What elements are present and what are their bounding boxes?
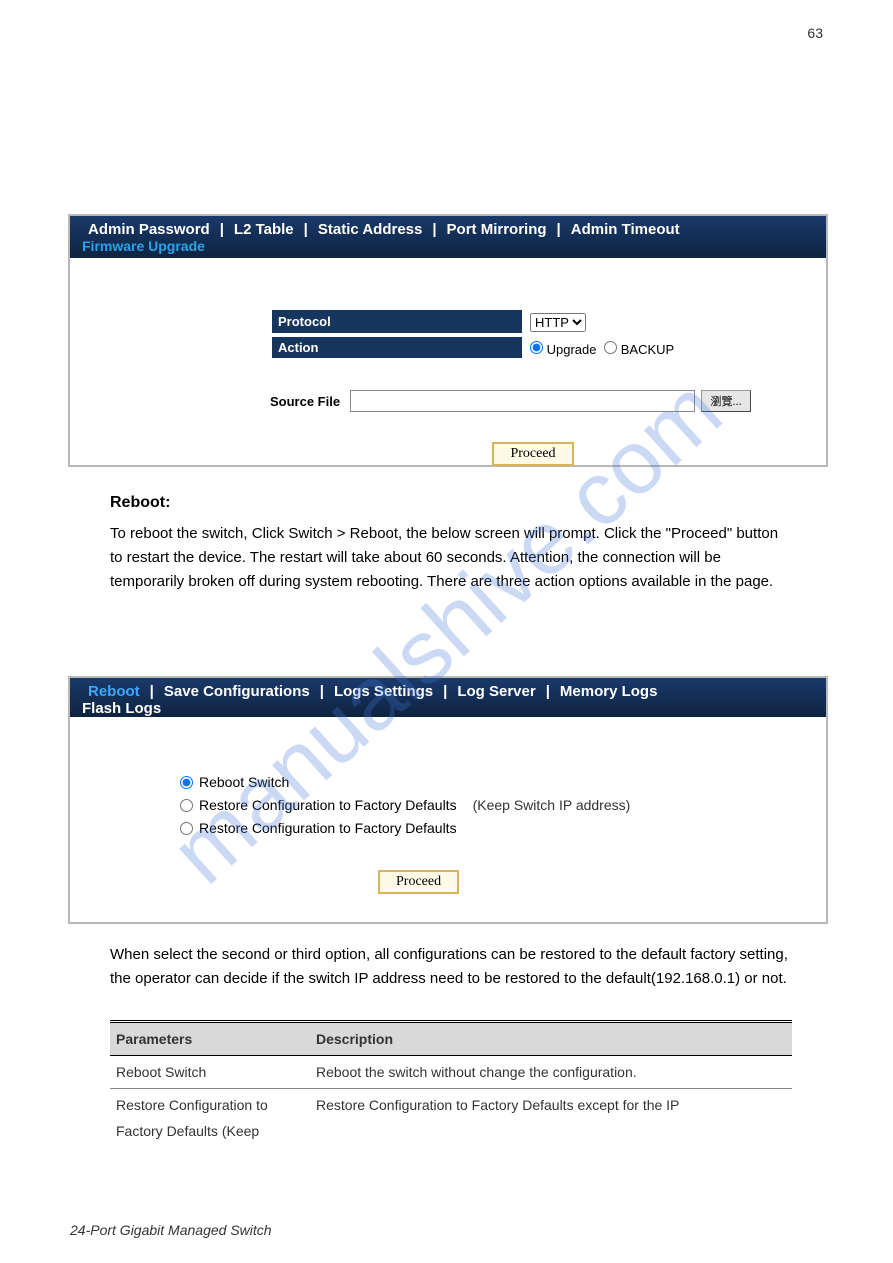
page-number: 63 <box>807 25 823 41</box>
protocol-select[interactable]: HTTP <box>530 313 586 332</box>
reboot-heading: Reboot: <box>110 490 790 516</box>
th-parameters: Parameters <box>110 1022 310 1056</box>
nav-flash-logs[interactable]: Flash Logs <box>78 700 171 717</box>
firmware-upgrade-panel: Admin Password | L2 Table | Static Addre… <box>68 214 828 467</box>
nav-port-mirroring[interactable]: Port Mirroring <box>437 221 557 238</box>
restore-keep-ip-radio[interactable] <box>180 799 193 812</box>
action-backup-label[interactable]: BACKUP <box>604 342 674 357</box>
nav-l2-table[interactable]: L2 Table <box>224 221 304 238</box>
nav-memory-logs[interactable]: Memory Logs <box>550 683 668 700</box>
footer-text: 24-Port Gigabit Managed Switch <box>70 1222 272 1238</box>
nav-admin-password[interactable]: Admin Password <box>78 221 220 238</box>
source-file-label: Source File <box>270 394 350 409</box>
protocol-action-table: Protocol HTTP Action Upgrade BACKUP <box>270 308 682 362</box>
cell-param-2b: Factory Defaults (Keep <box>110 1121 310 1147</box>
parameters-table: Parameters Description Reboot Switch Reb… <box>110 1020 792 1147</box>
source-file-row: Source File 瀏覽... <box>270 390 796 412</box>
table-row: Factory Defaults (Keep <box>110 1121 792 1147</box>
reboot-panel: Reboot | Save Configurations | Logs Sett… <box>68 676 828 924</box>
table-row: Restore Configuration to Restore Configu… <box>110 1089 792 1122</box>
restore-full-radio[interactable] <box>180 822 193 835</box>
cell-param-2a: Restore Configuration to <box>110 1089 310 1122</box>
reboot-body: To reboot the switch, Click Switch > Reb… <box>110 522 790 594</box>
reboot-switch-radio[interactable] <box>180 776 193 789</box>
source-file-input[interactable] <box>350 390 695 412</box>
cell-desc-2: Restore Configuration to Factory Default… <box>310 1089 792 1122</box>
reboot-description: Reboot: To reboot the switch, Click Swit… <box>110 490 790 594</box>
action-upgrade-text: Upgrade <box>547 342 597 357</box>
restore-note: When select the second or third option, … <box>110 943 790 991</box>
th-description: Description <box>310 1022 792 1056</box>
nav-reboot[interactable]: Reboot <box>78 683 150 700</box>
firmware-form: Protocol HTTP Action Upgrade BACKUP Sour… <box>70 258 826 466</box>
cell-desc-2b <box>310 1121 792 1147</box>
restore-keep-ip-label: Restore Configuration to Factory Default… <box>199 797 457 813</box>
cell-desc-1: Reboot the switch without change the con… <box>310 1056 792 1089</box>
nav-bar-1: Admin Password | L2 Table | Static Addre… <box>70 216 826 258</box>
protocol-label: Protocol <box>272 310 522 335</box>
table-row: Reboot Switch Reboot the switch without … <box>110 1056 792 1089</box>
proceed-button-2[interactable]: Proceed <box>378 870 459 894</box>
nav-log-server[interactable]: Log Server <box>447 683 545 700</box>
action-label: Action <box>272 337 522 360</box>
nav-save-config[interactable]: Save Configurations <box>154 683 320 700</box>
action-backup-radio[interactable] <box>604 341 617 354</box>
action-upgrade-radio[interactable] <box>530 341 543 354</box>
nav-static-address[interactable]: Static Address <box>308 221 432 238</box>
cell-param-1: Reboot Switch <box>110 1056 310 1089</box>
reboot-form: Reboot Switch Restore Configuration to F… <box>70 717 826 894</box>
proceed-button[interactable]: Proceed <box>492 442 573 466</box>
nav-logs-settings[interactable]: Logs Settings <box>324 683 443 700</box>
restore-full-label: Restore Configuration to Factory Default… <box>199 820 457 836</box>
reboot-switch-label: Reboot Switch <box>199 774 289 790</box>
action-backup-text: BACKUP <box>621 342 674 357</box>
nav-admin-timeout[interactable]: Admin Timeout <box>561 221 690 238</box>
browse-button[interactable]: 瀏覽... <box>701 390 751 412</box>
nav-bar-2: Reboot | Save Configurations | Logs Sett… <box>70 678 826 717</box>
action-upgrade-label[interactable]: Upgrade <box>530 342 597 357</box>
restore-keep-ip-extra: (Keep Switch IP address) <box>473 797 631 813</box>
nav-firmware-upgrade[interactable]: Firmware Upgrade <box>78 238 213 258</box>
